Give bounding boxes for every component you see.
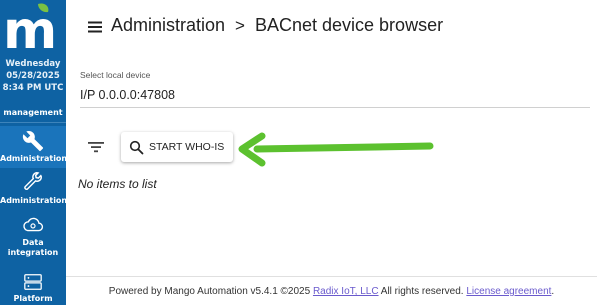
sidebar-item-label: Platform xyxy=(13,294,53,303)
sidebar-item-administration[interactable]: Administration xyxy=(0,126,68,168)
wrench-icon xyxy=(0,130,66,154)
svg-text:m: m xyxy=(3,1,57,56)
local-device-value: I/P 0.0.0.0:47808 xyxy=(80,88,175,102)
page-header: Administration > BACnet device browser xyxy=(66,0,597,54)
empty-list-message: No items to list xyxy=(78,177,157,191)
breadcrumb-separator: > xyxy=(235,16,245,35)
annotation-arrow-icon xyxy=(232,132,437,172)
section-divider xyxy=(0,122,66,123)
filter-icon[interactable] xyxy=(86,137,106,157)
breadcrumb-administration[interactable]: Administration xyxy=(111,15,225,35)
date-value: 05/28/2025 xyxy=(6,71,60,81)
date-weekday: Wednesday xyxy=(5,59,61,69)
radix-iot-link[interactable]: Radix IoT, LLC xyxy=(313,286,379,297)
footer-rights: All rights reserved. xyxy=(378,286,467,297)
sidebar-item-label: Administration xyxy=(0,154,68,163)
wrench-alt-icon xyxy=(0,172,66,196)
page-title: BACnet device browser xyxy=(254,15,444,35)
sidebar: m Wednesday 05/28/2025 8:34 PM UTC manag… xyxy=(0,0,68,305)
section-label-management: management xyxy=(3,108,63,117)
start-who-is-label: START WHO-IS xyxy=(149,141,225,153)
menu-icon[interactable] xyxy=(86,18,104,36)
mango-logo[interactable]: m xyxy=(0,0,66,61)
sidebar-item-label: Data integration xyxy=(7,238,59,257)
time-value: 8:34 PM UTC xyxy=(2,83,64,93)
footer-divider xyxy=(66,276,597,277)
sidebar-item-label: Administration xyxy=(0,196,68,205)
sidebar-datetime: Wednesday 05/28/2025 8:34 PM UTC xyxy=(0,58,66,94)
start-who-is-button[interactable]: START WHO-IS xyxy=(121,132,233,162)
search-icon xyxy=(129,140,144,159)
sidebar-item-administration-2[interactable]: Administration xyxy=(0,172,68,210)
footer: Powered by Mango Automation v5.4.1 ©2025… xyxy=(66,278,597,305)
server-icon xyxy=(0,272,66,294)
breadcrumb: Administration > BACnet device browser xyxy=(111,15,443,36)
local-device-select[interactable]: I/P 0.0.0.0:47808 xyxy=(80,84,590,108)
footer-text: Powered by Mango Automation v5.4.1 ©2025 xyxy=(108,286,313,297)
footer-end: . xyxy=(551,286,555,297)
license-agreement-link[interactable]: License agreement xyxy=(466,286,551,297)
cloud-gear-icon xyxy=(0,214,66,238)
sidebar-item-platform[interactable]: Platform xyxy=(0,272,66,305)
device-select-label: Select local device xyxy=(80,70,151,80)
sidebar-item-data-integration[interactable]: Data integration xyxy=(0,214,66,264)
